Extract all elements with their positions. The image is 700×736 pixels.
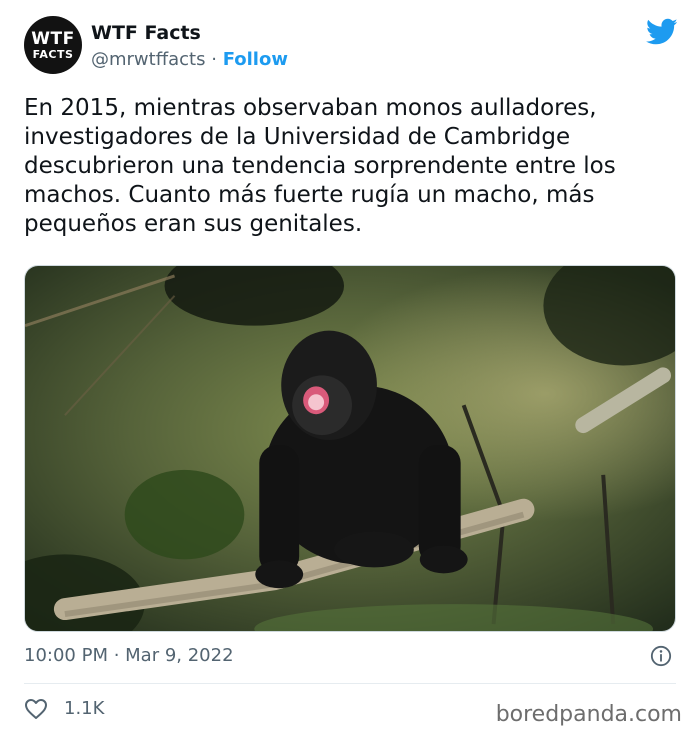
- tweet-photo[interactable]: [24, 265, 676, 632]
- follow-button[interactable]: Follow: [223, 49, 288, 70]
- tweet-timestamp[interactable]: 10:00 PM · Mar 9, 2022: [24, 645, 234, 666]
- likes-count: 1.1K: [64, 698, 105, 719]
- tweet-text-line: En 2015, mientras observaban monos aulla…: [24, 95, 597, 121]
- tweet-text-line: descubrieron una tendencia sorprendente …: [24, 153, 616, 179]
- author-handle-row: @mrwtffacts · Follow: [91, 49, 288, 70]
- watermark: boredpanda.com: [495, 702, 682, 727]
- tweet-text-line: pequeños eran sus genitales.: [24, 211, 363, 237]
- tweet-meta: 10:00 PM · Mar 9, 2022: [24, 645, 676, 669]
- twitter-bird-icon[interactable]: [646, 18, 678, 46]
- author-handle[interactable]: @mrwtffacts: [91, 49, 205, 70]
- author-name[interactable]: WTF Facts: [91, 22, 201, 44]
- info-icon[interactable]: [650, 645, 672, 667]
- divider: [24, 683, 676, 684]
- tweet-text: En 2015, mientras observaban monos aulla…: [24, 94, 674, 239]
- avatar-logo-line2: FACTS: [32, 47, 74, 61]
- avatar-logo-line1: WTF: [31, 28, 75, 49]
- tweet-text-line: machos. Cuanto más fuerte rugía un macho…: [24, 182, 595, 208]
- avatar[interactable]: WTF FACTS: [24, 16, 82, 74]
- heart-icon[interactable]: [24, 698, 48, 720]
- handle-separator: ·: [211, 49, 217, 70]
- tweet-text-line: investigadores de la Universidad de Camb…: [24, 124, 571, 150]
